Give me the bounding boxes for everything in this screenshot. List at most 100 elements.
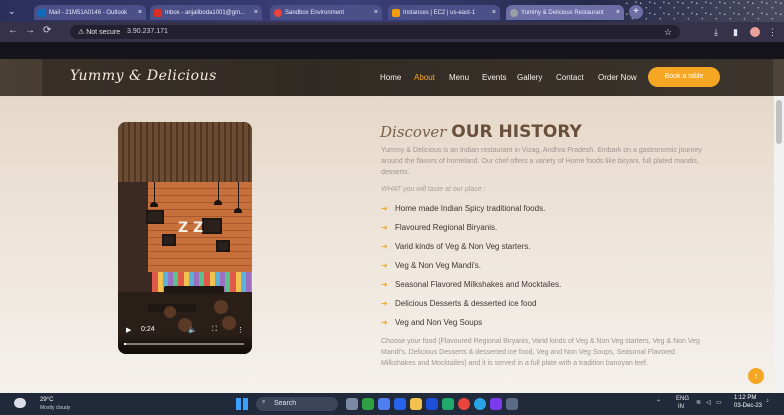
arrow-right-icon: ➜ — [381, 299, 388, 308]
arrow-right-icon: ➜ — [381, 318, 388, 327]
sandbox-icon — [274, 8, 282, 17]
tab-gmail[interactable]: Inbox - anjaliboda1001@gm... × — [150, 5, 262, 20]
new-tab-button[interactable]: + — [629, 5, 643, 19]
app-icon[interactable] — [394, 398, 406, 410]
nav-about[interactable]: About — [414, 73, 435, 82]
wall-picture-frame — [146, 210, 164, 224]
more-options-icon[interactable]: ⋮ — [237, 326, 244, 334]
pendant-lamp-icon — [150, 202, 158, 207]
wall-zz-sign: Z Z — [178, 220, 204, 236]
app-icon[interactable] — [426, 398, 438, 410]
video-progress-bar[interactable] — [124, 343, 244, 345]
outlook-icon — [38, 8, 46, 17]
nav-order-now[interactable]: Order Now — [598, 73, 637, 82]
nav-contact[interactable]: Contact — [556, 73, 584, 82]
chrome-icon[interactable] — [458, 398, 470, 410]
video-dark-wall — [118, 182, 148, 272]
nav-menu[interactable]: Menu — [449, 73, 469, 82]
task-view-icon[interactable] — [346, 398, 358, 410]
taskbar-search-label: Search — [274, 400, 297, 407]
app-icon[interactable] — [490, 398, 502, 410]
video-progress-fill — [124, 343, 127, 345]
taskbar-search-box[interactable] — [256, 397, 338, 411]
outro-paragraph: Choose your food (Flavoured Regional Bir… — [381, 338, 700, 367]
url-text[interactable]: 3.90.237.171 — [127, 28, 168, 35]
page-top-strip — [0, 42, 784, 59]
list-item: ➜ Veg & Non Veg Mandi's. — [381, 261, 482, 270]
tab-outlook[interactable]: Mail - 21M51A0146 - Outlook × — [34, 5, 146, 20]
search-icon: ⌕ — [262, 399, 266, 405]
forward-arrow-icon[interactable]: → — [25, 25, 35, 36]
close-tab-icon[interactable]: × — [613, 9, 620, 16]
fullscreen-icon[interactable]: ⛶ — [212, 326, 217, 334]
speaker-icon[interactable]: ◁ — [706, 399, 711, 406]
side-panel-icon[interactable]: ▮ — [733, 27, 738, 38]
profile-avatar[interactable] — [750, 27, 760, 37]
list-item: ➜ Seasonal Flavored Milkshakes and Mockta… — [381, 280, 562, 289]
windows-start-icon[interactable] — [236, 398, 248, 410]
list-item: ➜ Varid kinds of Veg & Non Veg starters. — [381, 242, 531, 251]
arrow-right-icon: ➜ — [381, 280, 388, 289]
close-tab-icon[interactable]: × — [251, 9, 258, 16]
stool — [214, 300, 228, 314]
tab-ec2[interactable]: Instances | EC2 | us-east-1 × — [388, 5, 500, 20]
tab-search-chevron-icon[interactable]: ⌄ — [8, 6, 16, 17]
arrow-right-icon: ➜ — [381, 223, 388, 232]
nav-home[interactable]: Home — [380, 73, 401, 82]
tab-sandbox[interactable]: Sandbox Environment × — [270, 5, 382, 20]
wifi-icon[interactable]: ≋ — [696, 399, 701, 406]
aws-icon — [392, 8, 400, 17]
windows-taskbar — [0, 393, 784, 415]
back-to-top-button[interactable]: ↑ — [748, 368, 764, 384]
book-a-table-button[interactable]: Book a table — [648, 67, 720, 87]
list-item: ➜ Delicious Desserts & desserted ice food — [381, 299, 537, 308]
language-label[interactable]: ENG — [676, 396, 689, 402]
gmail-icon — [154, 8, 162, 17]
chevron-up-icon[interactable]: ⌃ — [656, 399, 661, 406]
menu-kebab-icon[interactable]: ⋮ — [768, 27, 777, 38]
app-icon[interactable] — [506, 398, 518, 410]
battery-icon[interactable]: ▭ — [716, 399, 722, 406]
download-icon[interactable]: ⤓ — [714, 27, 718, 38]
security-indicator: ⚠ Not secure — [78, 29, 121, 36]
clock-date: 03-Dec-23 — [734, 403, 763, 409]
scrollbar-thumb[interactable] — [776, 100, 782, 144]
weather-temperature[interactable]: 29°C — [40, 397, 53, 403]
pendant-lamp-icon — [234, 208, 242, 213]
notification-bell-icon[interactable]: ♪ — [766, 398, 769, 404]
app-icon[interactable] — [362, 398, 374, 410]
restaurant-video[interactable]: Z Z — [118, 122, 252, 354]
store-icon[interactable] — [442, 398, 454, 410]
close-tab-icon[interactable]: × — [135, 9, 142, 16]
nav-events[interactable]: Events — [482, 73, 506, 82]
region-label: IN — [678, 404, 684, 410]
file-explorer-icon[interactable] — [410, 398, 422, 410]
volume-icon[interactable]: 🔈 — [188, 326, 197, 334]
play-icon[interactable]: ▶ — [126, 326, 131, 334]
video-time: 0:24 — [141, 326, 155, 333]
back-arrow-icon[interactable]: ← — [8, 25, 18, 36]
intro-paragraph: Yummy & Delicious is an Indian restauran… — [381, 147, 702, 176]
reload-icon[interactable]: ⟳ — [43, 25, 51, 36]
edge-icon[interactable] — [474, 398, 486, 410]
lamp-cord — [238, 182, 239, 208]
warning-icon: ⚠ — [78, 29, 85, 36]
clock-time[interactable]: 1:12 PM — [734, 395, 756, 401]
weather-description: Mostly cloudy — [40, 405, 71, 411]
lamp-cord — [218, 182, 219, 200]
site-logo[interactable]: Yummy & Delicious — [70, 68, 217, 84]
section-heading: Discover OUR HISTORY — [380, 122, 582, 142]
taste-label: WHAT you will taste at our place : — [381, 186, 486, 193]
close-tab-icon[interactable]: × — [489, 9, 496, 16]
tab-yummy-delicious[interactable]: Yummy & Delicious Restaurant × — [506, 5, 624, 20]
close-tab-icon[interactable]: × — [371, 9, 378, 16]
cloud-icon[interactable] — [14, 398, 26, 408]
dining-table — [164, 286, 224, 294]
wall-picture-frame — [162, 234, 176, 246]
stool — [164, 306, 176, 318]
bookmark-star-icon[interactable]: ☆ — [664, 27, 672, 38]
nav-gallery[interactable]: Gallery — [517, 73, 542, 82]
list-item: ➜ Flavoured Regional Biryanis. — [381, 223, 498, 232]
lamp-cord — [154, 182, 155, 202]
mail-icon[interactable] — [378, 398, 390, 410]
